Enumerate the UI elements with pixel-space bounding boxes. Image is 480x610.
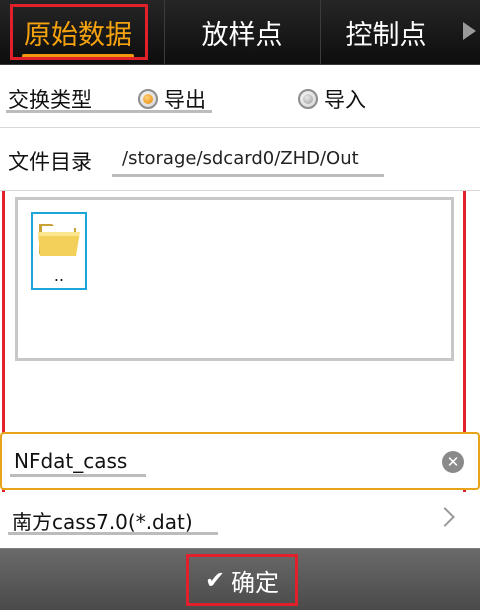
tab-control-points[interactable]: 控制点 (320, 0, 451, 64)
directory-path[interactable]: /storage/sdcard0/ZHD/Out (122, 148, 359, 169)
clear-icon[interactable]: ✕ (442, 451, 464, 473)
chevron-right-icon (435, 507, 455, 527)
format-value: 南方cass7.0(*.dat) (12, 510, 193, 534)
tab-active-indicator (22, 54, 134, 58)
scroll-right-arrow-icon[interactable] (463, 22, 476, 40)
tab-control-points-label: 控制点 (345, 19, 427, 51)
folder-item-label: .. (53, 266, 65, 285)
exchange-type-row: 交换类型 导出 导入 (0, 66, 480, 128)
format-underline (8, 532, 218, 535)
radio-export[interactable]: 导出 (138, 84, 206, 114)
row-divider (0, 190, 480, 191)
radio-selected-icon (138, 89, 158, 109)
confirm-button[interactable]: ✔ 确定 (190, 557, 294, 603)
format-selector[interactable]: 南方cass7.0(*.dat) (0, 492, 480, 546)
bottom-bar: ✔ 确定 (0, 548, 480, 610)
folder-icon (38, 224, 80, 256)
radio-export-label: 导出 (164, 88, 206, 112)
tab-stakeout-points[interactable]: 放样点 (164, 0, 319, 64)
filename-underline (10, 474, 146, 477)
check-icon: ✔ (204, 566, 226, 594)
folder-item-parent[interactable]: .. (31, 212, 87, 290)
tab-raw-data[interactable]: 原始数据 (8, 0, 148, 64)
filename-field[interactable]: ✕ (0, 432, 480, 490)
filename-input[interactable] (14, 446, 404, 476)
file-browser[interactable]: .. (15, 197, 454, 361)
directory-label: 文件目录 (8, 150, 92, 174)
tab-stakeout-points-label: 放样点 (201, 19, 283, 51)
directory-underline (112, 174, 384, 177)
radio-unselected-icon (298, 89, 318, 109)
radio-import[interactable]: 导入 (298, 84, 366, 114)
tab-bar: 原始数据 放样点 控制点 (0, 0, 480, 65)
confirm-label: 确定 (231, 568, 280, 597)
directory-row: 文件目录 /storage/sdcard0/ZHD/Out (0, 128, 480, 190)
tab-raw-data-label: 原始数据 (24, 19, 132, 51)
radio-import-label: 导入 (324, 88, 366, 112)
